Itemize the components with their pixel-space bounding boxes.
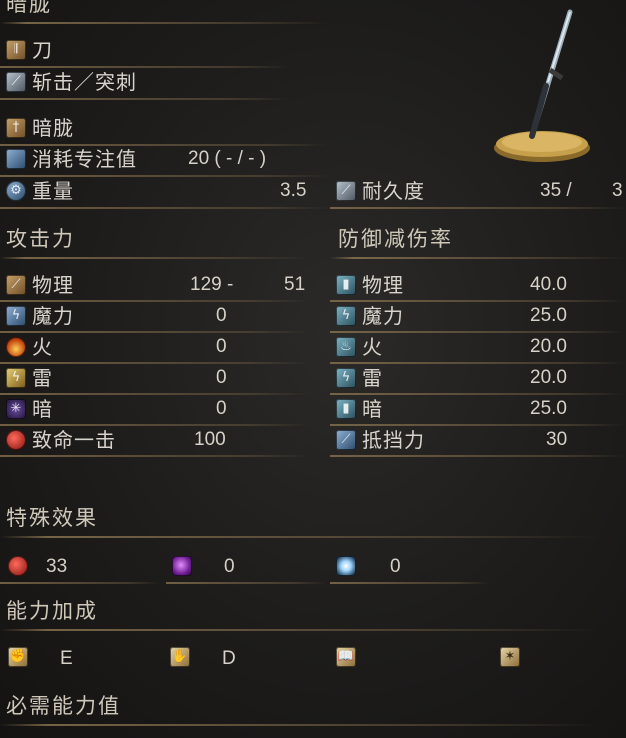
effect-value: 0 — [224, 556, 235, 577]
defense-value: 40.0 — [530, 274, 567, 295]
divider — [0, 300, 310, 302]
divider — [0, 582, 160, 584]
attack-label: 魔力 — [32, 304, 74, 328]
weapon-image — [486, 8, 596, 168]
attack-value: 0 — [216, 367, 227, 388]
defense-underline — [330, 257, 626, 259]
divider — [0, 207, 330, 209]
divider — [330, 393, 626, 395]
divider — [330, 300, 626, 302]
critical-icon — [6, 430, 26, 450]
divider — [0, 144, 330, 146]
weight-value: 3.5 — [280, 180, 307, 201]
divider — [0, 98, 290, 100]
attack-title: 攻击力 — [6, 227, 75, 251]
effects-title: 特殊效果 — [6, 506, 98, 530]
dark-defense-icon: ▮ — [336, 399, 356, 419]
effects-underline — [0, 536, 600, 538]
defense-value: 25.0 — [530, 305, 567, 326]
attack-type: 斩击／突刺 — [32, 70, 137, 94]
intelligence-icon: 📖 — [336, 647, 356, 667]
fp-cost-value: 20 ( - / - ) — [188, 148, 267, 169]
effect-value: 0 — [390, 556, 401, 577]
skill-icon: † — [6, 118, 26, 138]
requirements-underline — [0, 724, 600, 726]
scaling-grade: E — [60, 648, 73, 669]
fire-attack-icon — [6, 337, 26, 357]
defense-value: 25.0 — [530, 398, 567, 419]
fp-cost-label: 消耗专注值 — [32, 147, 137, 171]
strength-icon: ✊ — [8, 647, 28, 667]
divider — [0, 66, 290, 68]
divider — [0, 331, 310, 333]
attack-label: 物理 — [32, 273, 74, 297]
divider — [330, 362, 626, 364]
defense-label: 抵挡力 — [362, 428, 425, 452]
dark-attack-icon: ✳ — [6, 399, 26, 419]
divider — [0, 393, 310, 395]
scaling-title: 能力加成 — [6, 599, 98, 623]
magic-defense-icon: ϟ — [336, 306, 356, 326]
magic-attack-icon: ϟ — [6, 306, 26, 326]
divider — [166, 582, 326, 584]
defense-label: 暗 — [362, 397, 383, 421]
faith-icon: ✶ — [500, 647, 520, 667]
attack-label: 致命一击 — [32, 428, 116, 452]
attack-value: 0 — [216, 336, 227, 357]
divider — [330, 455, 626, 457]
lightning-attack-icon: ϟ — [6, 368, 26, 388]
fire-defense-icon: ♨ — [336, 337, 356, 357]
divider — [330, 582, 490, 584]
fp-icon — [6, 149, 26, 169]
durability-label: 耐久度 — [362, 179, 425, 203]
dexterity-icon: ✋ — [170, 647, 190, 667]
defense-value: 20.0 — [530, 336, 567, 357]
defense-label: 魔力 — [362, 304, 404, 328]
defense-title: 防御减伤率 — [338, 227, 453, 251]
skill-name: 暗胧 — [32, 116, 74, 140]
divider — [330, 331, 626, 333]
weapon-name: 暗胧 — [6, 0, 52, 16]
title-underline — [0, 22, 330, 24]
defense-value: 20.0 — [530, 367, 567, 388]
attack-label: 雷 — [32, 366, 53, 390]
divider — [0, 455, 310, 457]
defense-label: 物理 — [362, 273, 404, 297]
divider — [0, 362, 310, 364]
attack-label: 暗 — [32, 397, 53, 421]
lightning-defense-icon: ϟ — [336, 368, 356, 388]
attack-bonus: 51 — [284, 274, 306, 295]
bleed-icon — [8, 556, 28, 576]
attack-value: 129 - — [190, 274, 234, 295]
frost-icon — [336, 556, 356, 576]
attack-label: 火 — [32, 335, 53, 359]
defense-label: 雷 — [362, 366, 383, 390]
effect-value: 33 — [46, 556, 68, 577]
poison-icon — [172, 556, 192, 576]
attack-value: 100 — [194, 429, 226, 450]
weapon-type-icon: 𝄂 — [6, 40, 26, 60]
attack-value: 0 — [216, 398, 227, 419]
weapon-type: 刀 — [32, 38, 53, 62]
attack-type-icon: ⟋ — [6, 72, 26, 92]
durability-max: 3 — [612, 180, 623, 201]
defense-label: 火 — [362, 335, 383, 359]
requirements-title: 必需能力值 — [6, 694, 121, 718]
weight-icon: ⚙ — [6, 181, 26, 201]
scaling-underline — [0, 629, 600, 631]
divider — [330, 207, 626, 209]
physical-defense-icon: ▮ — [336, 275, 356, 295]
physical-attack-icon: ⟋ — [6, 275, 26, 295]
divider — [0, 175, 330, 177]
guard-boost-icon: ⟋ — [336, 430, 356, 450]
scaling-grade: D — [222, 648, 236, 669]
divider — [330, 424, 626, 426]
divider — [0, 424, 310, 426]
durability-value: 35 / — [540, 180, 572, 201]
weight-label: 重量 — [32, 179, 74, 203]
attack-value: 0 — [216, 305, 227, 326]
durability-icon: ⟋ — [336, 181, 356, 201]
defense-value: 30 — [546, 429, 568, 450]
attack-underline — [0, 257, 310, 259]
